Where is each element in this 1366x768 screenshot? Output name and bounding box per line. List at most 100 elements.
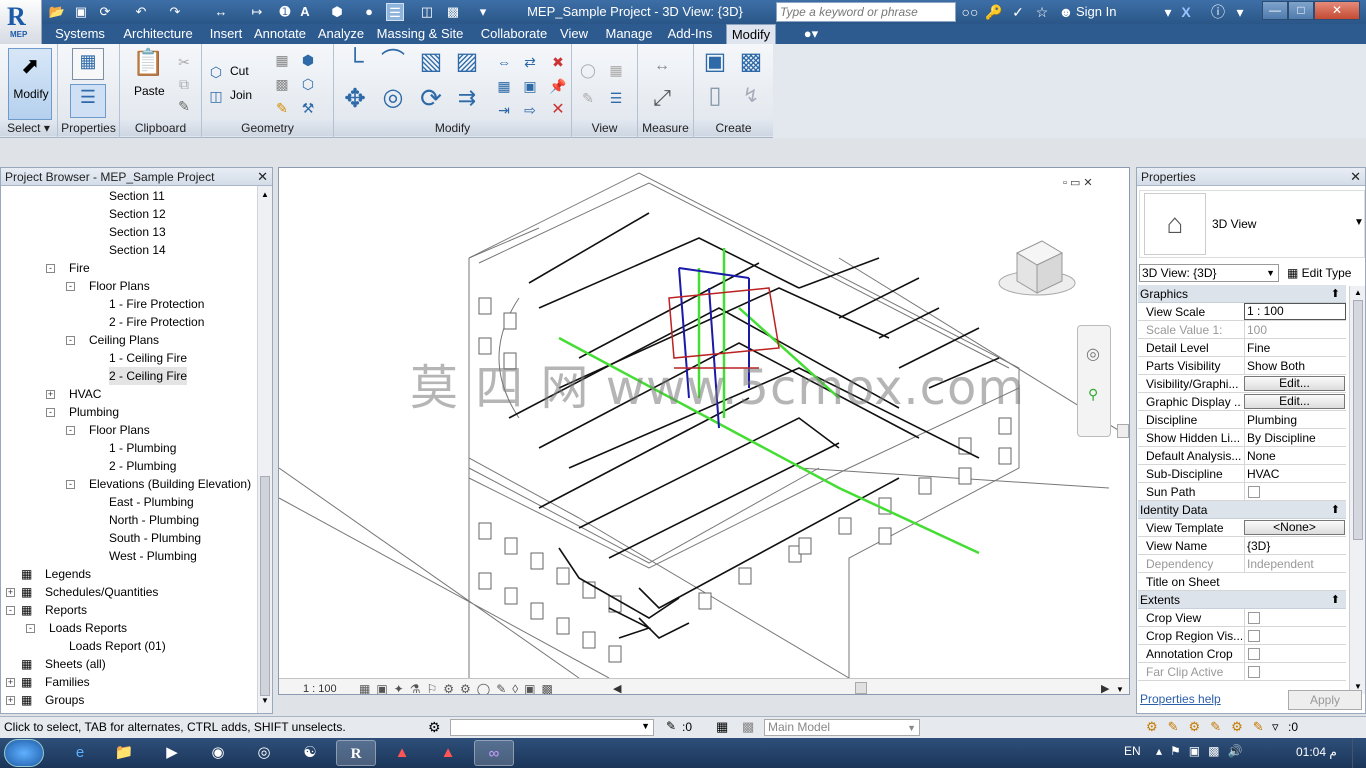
expand-toggle-icon[interactable]: - [46,408,55,417]
tab-annotate[interactable]: Annotate [248,24,312,44]
revit-taskbar-icon[interactable]: R [336,740,376,766]
selection-options-icons[interactable]: ⚙✎⚙✎⚙✎ [1146,719,1274,735]
property-value[interactable]: Independent [1244,555,1346,573]
properties-scrollbar[interactable]: ▲ ▼ [1349,286,1365,694]
collapse-icon[interactable]: ⬆ [1331,591,1340,609]
tab-insert[interactable]: Insert [204,24,248,44]
workset-select[interactable]: ▼ [450,719,654,736]
browser-item[interactable]: 1 - Plumbing [109,439,176,457]
expand-toggle-icon[interactable]: - [66,282,75,291]
instance-selector[interactable]: 3D View: {3D} ▼ [1139,264,1279,282]
property-value[interactable]: None [1244,447,1346,465]
type-selector[interactable]: ⌂ 3D View ▼ [1139,190,1365,258]
sign-in-link[interactable]: Sign In [1076,3,1116,21]
view-control-icons[interactable]: ▦▣✦⚗⚐⚙⚙◯✎◊▣▩ [359,681,559,694]
dimension-icon[interactable]: ↦ [248,3,266,21]
browser-item[interactable]: Loads Reports [49,619,127,637]
thin-lines-icon[interactable]: ☰ [386,3,404,21]
language-indicator[interactable]: EN [1124,744,1141,758]
property-checkbox[interactable] [1248,648,1260,660]
apply-button[interactable]: Apply [1288,690,1362,710]
tray-icons[interactable]: ▴⚑▣▩🔊 [1156,744,1250,758]
tag-icon[interactable]: ➊ [276,3,294,21]
split-face-icon[interactable]: ▦ [272,48,292,72]
tab-collaborate[interactable]: Collaborate [474,24,554,44]
move-icon[interactable]: ✥ [340,85,370,116]
expand-toggle-icon[interactable]: + [6,678,15,687]
chrome-taskbar-icon[interactable]: ◎ [244,740,284,766]
expand-toggle-icon[interactable]: - [66,480,75,489]
browser-item[interactable]: Reports [45,601,87,619]
similar-icon[interactable]: ↯ [736,84,766,114]
mirror-pick-icon[interactable]: ▧ [416,50,446,80]
clock[interactable]: 01:04 م [1296,745,1337,759]
section-icon[interactable]: ● [360,3,378,21]
override-icon[interactable]: ▦ [606,58,626,82]
viewcube[interactable] [997,233,1077,303]
property-checkbox[interactable] [1248,630,1260,642]
property-value[interactable]: Fine [1244,339,1346,357]
subscription-icon[interactable]: 🔑 [984,3,1004,21]
browser-item[interactable]: HVAC [69,385,101,403]
tab-systems[interactable]: Systems [48,24,112,44]
trim-extend-icon[interactable]: ⇉ [452,86,482,116]
create-parts-icon[interactable]: ▩ [736,50,766,80]
trim-single-icon[interactable]: ⇥ [494,98,514,122]
ie-taskbar-icon[interactable]: e [60,740,100,766]
close-icon[interactable]: ✕ [1350,168,1361,186]
app-taskbar-icon[interactable]: ☯ [290,740,330,766]
design-option-select[interactable]: Main Model ▼ [764,719,920,736]
cope-icon[interactable]: ⬡ [206,60,226,84]
copy-icon[interactable]: ⧉ [174,72,194,96]
linework-icon[interactable]: ✎ [578,86,598,110]
tab-modify[interactable]: Modify [726,24,776,44]
property-group-identity[interactable]: Identity Data ⬆ [1138,501,1346,519]
browser-item[interactable]: East - Plumbing [109,493,194,511]
viewport-vscroll[interactable] [1117,424,1129,438]
view-window-controls[interactable]: ▫ ▭ ✕ [1063,176,1093,189]
redo-icon[interactable]: ↷ [166,3,184,21]
browser-item[interactable]: Section 12 [109,205,166,223]
browser-item[interactable]: 2 - Fire Protection [109,313,204,331]
ribbon-options-icon[interactable]: ●▾ [796,24,826,44]
tab-view[interactable]: View [556,24,592,44]
exclude-options-icon[interactable]: ▩ [742,719,754,735]
browser-item[interactable]: Schedules/Quantities [45,583,158,601]
view-scale[interactable]: 1 : 100 [303,681,337,694]
undo-icon[interactable]: ↶ [132,3,150,21]
user-icon[interactable]: ☻ [1056,3,1076,21]
close-hidden-icon[interactable]: ◫ [418,3,436,21]
browser-item[interactable]: Sheets (all) [45,655,106,673]
scroll-down-icon[interactable]: ▼ [261,696,269,705]
steering-wheel-icon[interactable]: ◎ [1086,344,1100,364]
browser-item[interactable]: Plumbing [69,403,119,421]
hscroll-left-icon[interactable]: ◀ [613,681,621,694]
text-icon[interactable]: A [296,3,314,21]
application-menu-button[interactable]: R MEP [0,0,42,44]
browser-item[interactable]: South - Plumbing [109,529,201,547]
worksets-icon[interactable]: ⚙ [428,719,441,736]
hscroll-right-icon[interactable]: ▶ [1101,681,1109,694]
demolish-icon[interactable]: ⬡ [298,72,318,96]
paint-icon[interactable]: ⬢ [298,48,318,72]
measure-icon[interactable]: ↔ [212,3,230,21]
property-checkbox[interactable] [1248,666,1260,678]
properties-help-link[interactable]: Properties help [1140,692,1221,706]
3d-view-icon[interactable]: ⬢ [328,3,346,21]
tab-architecture[interactable]: Architecture [112,24,204,44]
expand-toggle-icon[interactable]: - [26,624,35,633]
communication-icon[interactable]: ✓ [1008,3,1028,21]
type-dropdown-icon[interactable]: ▼ [1354,217,1364,228]
type-properties-icon[interactable]: ▦ [72,48,104,80]
browser-item[interactable]: 1 - Fire Protection [109,295,204,313]
tab-add-ins[interactable]: Add-Ins [664,24,716,44]
edit-type-button[interactable]: ▦ Edit Type [1287,264,1351,282]
panel-label-select[interactable]: Select ▾ [0,120,57,136]
autocad-taskbar-icon[interactable]: ▲ [382,740,422,766]
hide-icon[interactable]: ◯ [578,58,598,82]
expand-toggle-icon[interactable]: - [6,606,15,615]
maximize-button[interactable]: □ [1288,1,1314,20]
acrobat-taskbar-icon[interactable]: ▲ [428,740,468,766]
unpin-icon[interactable]: ✖ [548,50,568,74]
firefox-taskbar-icon[interactable]: ◉ [198,740,238,766]
